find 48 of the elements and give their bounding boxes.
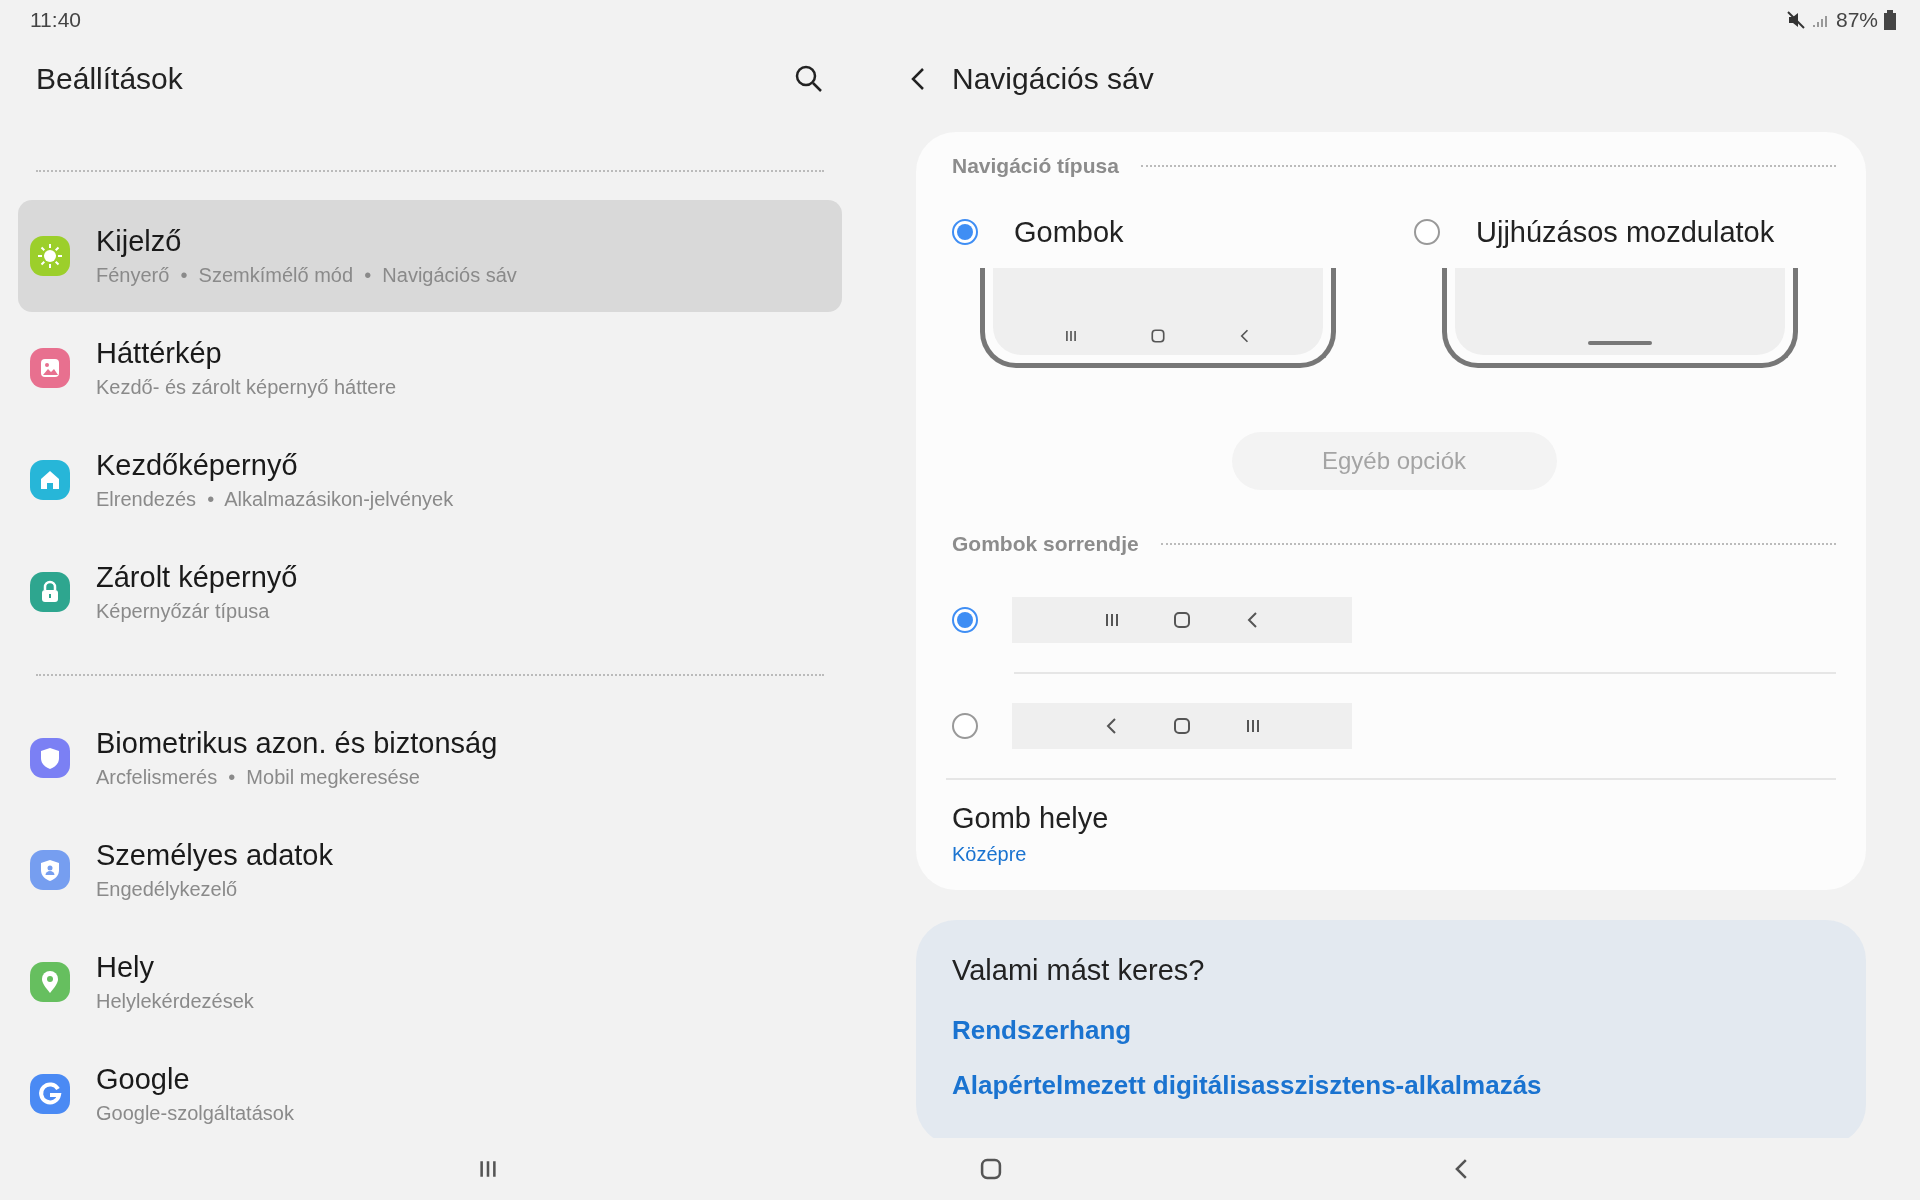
section-header: Gombok sorrendje — [952, 532, 1139, 556]
item-title: Google — [96, 1063, 191, 1096]
settings-item[interactable]: Zárolt képernyő Képernyőzár típusa — [18, 536, 842, 648]
item-subtitle: Helylekérdezések — [96, 990, 254, 1013]
home-icon — [1171, 609, 1193, 631]
settings-item[interactable]: Kijelző Fényerő • Szemkímélő mód • Navigációs sáv — [18, 200, 842, 312]
item-title: Személyes adatok — [96, 839, 333, 872]
settings-item[interactable]: Háttérkép Kezdő- és zárolt képernyő háttere — [18, 312, 842, 424]
page-title: Navigációs sáv — [952, 62, 1154, 96]
home-icon — [1171, 715, 1193, 737]
option-label: Ujjhúzásos mozdulatok — [1476, 215, 1775, 249]
settings-item[interactable]: Személyes adatok Engedélykezelő — [18, 814, 842, 926]
page-title: Beállítások — [36, 62, 183, 96]
gesture-bar — [1588, 341, 1652, 345]
search-icon[interactable] — [794, 64, 824, 94]
section-header: Navigáció típusa — [952, 154, 1119, 178]
item-title: Zárolt képernyő — [96, 561, 298, 594]
item-subtitle: Arcfelismerés • Mobil megkeresése — [96, 766, 421, 789]
item-subtitle: Képernyőzár típusa — [96, 600, 271, 623]
suggestion-link[interactable]: Rendszerhang — [952, 1015, 1132, 1046]
item-subtitle: Google-szolgáltatások — [96, 1102, 294, 1125]
settings-item[interactable]: Hely Helylekérdezések — [18, 926, 842, 1038]
radio-button[interactable] — [952, 219, 978, 245]
item-title: Hely — [96, 951, 155, 984]
battery-percent: 87% — [1835, 8, 1878, 32]
suggestions-title: Valami mást keres? — [952, 954, 1206, 987]
home-icon — [1149, 327, 1167, 345]
suggestion-link[interactable]: Alapértelmezett digitálisasszisztens-alkalmazás — [952, 1070, 1542, 1101]
mute-icon — [1785, 10, 1806, 30]
settings-item[interactable]: Google Google-szolgáltatások — [18, 1038, 842, 1138]
radio-button[interactable] — [952, 713, 978, 739]
settings-item[interactable]: Kezdőképernyő Elrendezés • Alkalmazásikon-jelvények — [18, 424, 842, 536]
item-subtitle: Fényerő • Szemkímélő mód • Navigációs sáv — [96, 264, 517, 287]
battery-icon — [1884, 10, 1896, 30]
item-title: Biometrikus azon. és biztonság — [96, 727, 498, 760]
setting-value: Középre — [952, 843, 1028, 866]
item-subtitle: Kezdő- és zárolt képernyő háttere — [96, 376, 397, 399]
item-title: Kijelző — [96, 225, 183, 258]
item-title: Háttérkép — [96, 337, 223, 370]
settings-item[interactable]: Biometrikus azon. és biztonság Arcfelismerés • Mobil megkeresése — [18, 702, 842, 814]
radio-button[interactable] — [952, 607, 978, 633]
item-subtitle: Engedélykezelő — [96, 878, 239, 901]
option-label: Gombok — [1014, 215, 1124, 249]
radio-button[interactable] — [1414, 219, 1440, 245]
clock: 11:40 — [30, 8, 81, 32]
item-title: Kezdőképernyő — [96, 449, 299, 482]
setting-title: Gomb helye — [952, 802, 1110, 835]
item-subtitle: Elrendezés • Alkalmazásikon-jelvények — [96, 488, 454, 511]
